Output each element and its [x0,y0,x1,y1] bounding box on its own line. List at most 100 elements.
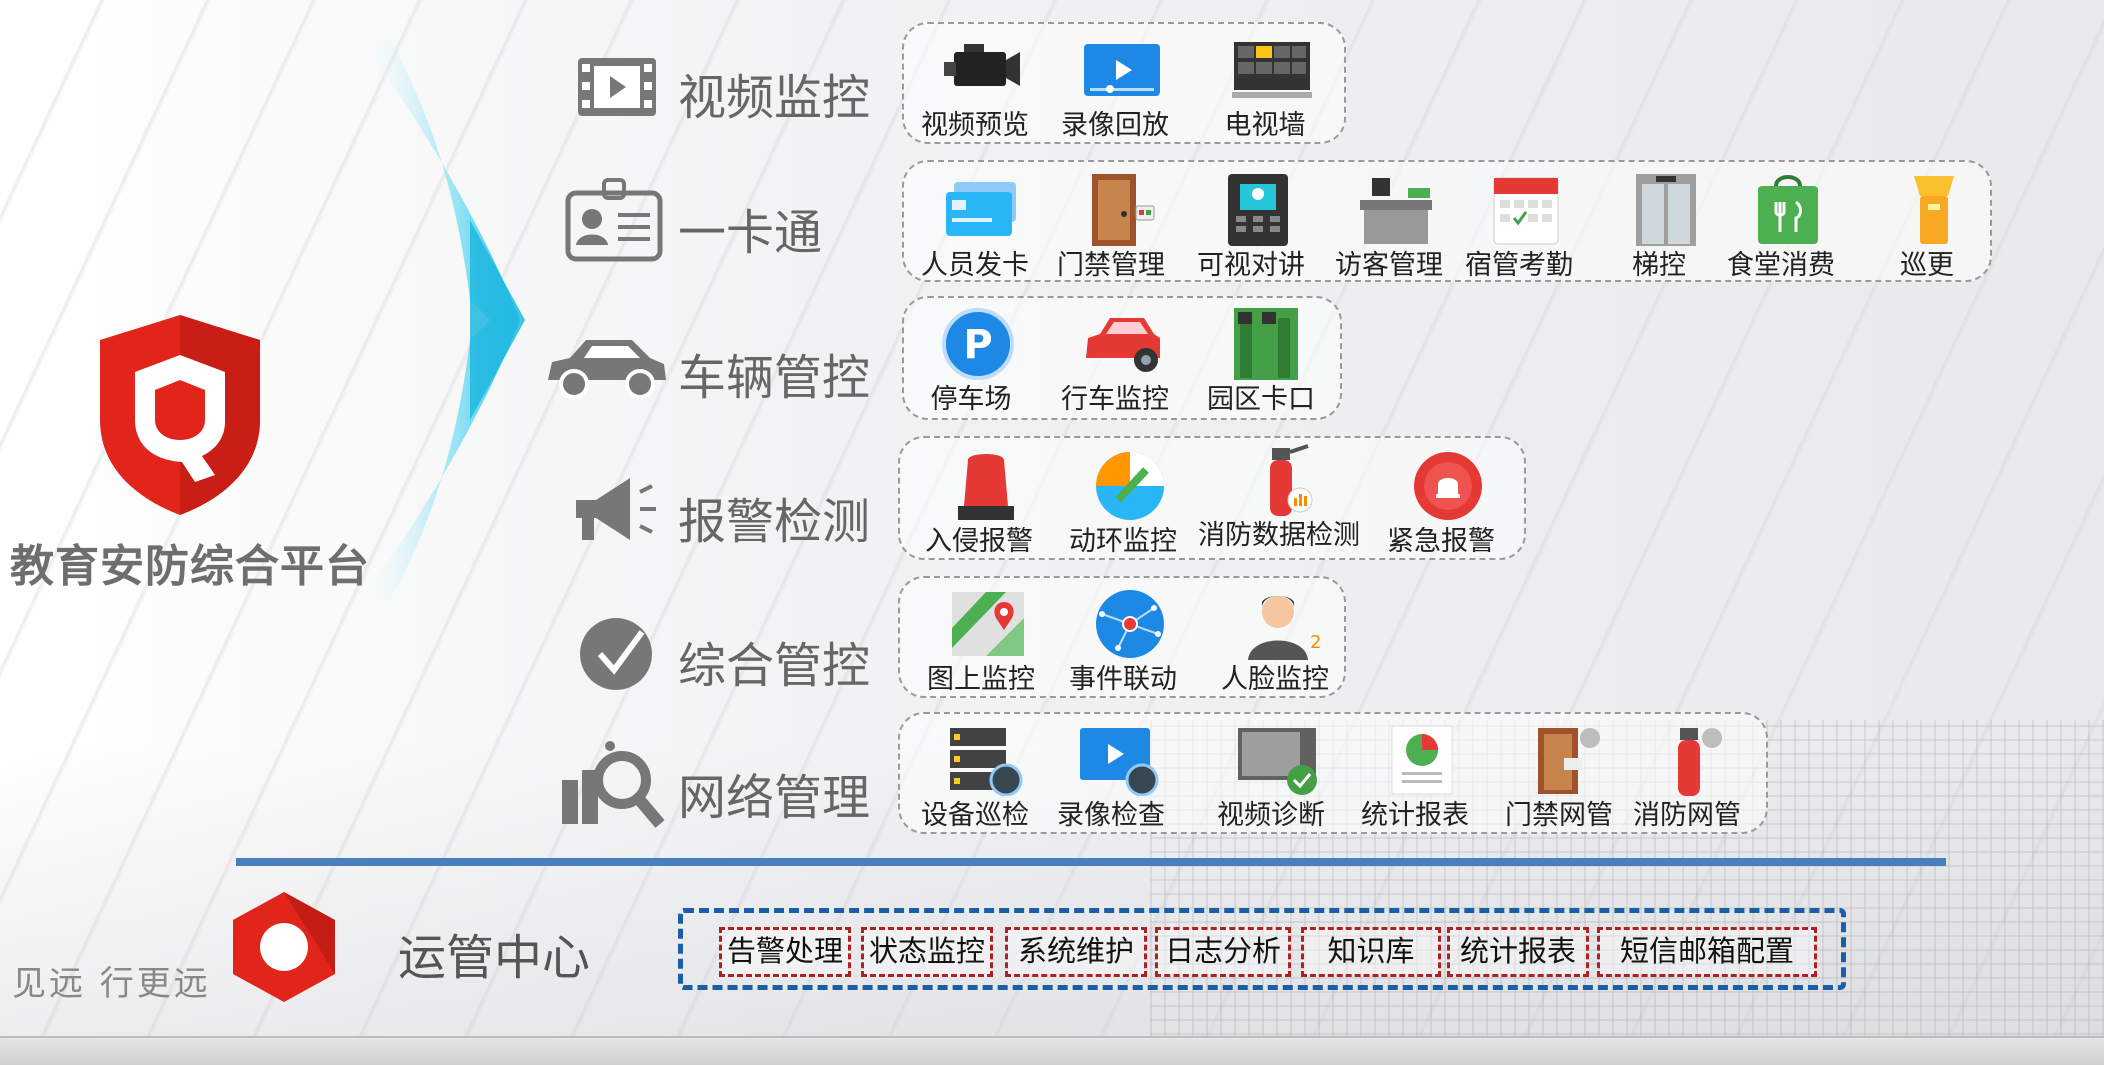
section-divider [236,858,1946,866]
svg-text:P: P [963,322,992,368]
item-tv-wall[interactable]: 电视墙 [1190,28,1340,148]
category-label: 一卡通 [678,205,823,261]
pie-report-icon [1391,725,1453,795]
item-intrusion-alarm[interactable]: 入侵报警 [904,444,1054,564]
item-video-preview[interactable]: 视频预览 [900,28,1050,148]
ops-center-logo-icon [233,892,335,1002]
platform-title: 教育安防综合平台 [10,541,370,592]
item-campus-checkpoint[interactable]: 园区卡口 [1186,302,1336,422]
ops-item-alarm-handling[interactable]: 告警处理 [719,927,851,977]
item-parking[interactable]: P 停车场 [896,302,1046,422]
item-device-inspection[interactable]: 设备巡检 [900,718,1050,838]
extinguisher-gear-icon [1678,728,1722,796]
item-video-intercom[interactable]: 可视对讲 [1176,168,1326,288]
check-clock-icon [580,618,652,690]
shield-logo-icon [100,315,260,515]
item-label: 宿管考勤 [1465,250,1573,281]
item-dorm-attendance[interactable]: 宿管考勤 [1444,168,1594,288]
item-label: 消防网管 [1633,800,1741,831]
flashlight-icon [1914,176,1954,244]
category-alarm: 报警检测 [560,464,880,554]
elevator-icon [1636,174,1696,246]
film-icon [578,58,656,116]
item-label: 统计报表 [1361,800,1469,831]
item-map-monitor[interactable]: 图上监控 [906,582,1056,702]
item-label: 图上监控 [927,664,1035,695]
item-recording-check[interactable]: 录像检查 [1036,718,1186,838]
category-label: 视频监控 [678,70,871,126]
category-label: 报警检测 [678,494,871,550]
item-playback[interactable]: 录像回放 [1040,28,1190,148]
item-face-monitor[interactable]: 2 人脸监控 [1200,582,1350,702]
item-label: 食堂消费 [1727,250,1835,281]
car-icon [548,340,666,399]
face-user-icon: 2 [1248,596,1321,660]
item-label: 停车场 [930,384,1012,415]
item-label: 园区卡口 [1207,384,1315,415]
tv-wall-icon [1232,42,1312,98]
item-issue-card[interactable]: 人员发卡 [900,168,1050,288]
video-camera-icon [944,44,1020,86]
canteen-bag-icon [1758,175,1818,244]
ops-item-status-monitor[interactable]: 状态监控 [861,927,993,977]
ops-item-statistics-report[interactable]: 统计报表 [1447,927,1589,977]
category-label: 网络管理 [678,770,871,826]
item-label: 入侵报警 [925,526,1033,557]
item-label: 事件联动 [1069,664,1177,695]
intercom-icon [1228,174,1288,246]
item-label: 紧急报警 [1387,526,1495,557]
siren-icon [958,454,1014,520]
ops-center-title: 运管中心 [398,930,591,986]
category-integrated: 综合管控 [560,608,880,698]
slogan: 见远 行更远 [12,964,211,1004]
item-event-linkage[interactable]: 事件联动 [1048,582,1198,702]
calendar-icon [1493,177,1559,245]
item-statistics-report[interactable]: 统计报表 [1340,718,1490,838]
network-globe-icon [1096,590,1164,658]
gate-icon [1234,308,1298,380]
item-label: 消防数据检测 [1198,520,1360,551]
item-label: 动环监控 [1069,526,1177,557]
environment-icon [1096,452,1164,520]
server-inspect-icon [950,728,1023,796]
item-label: 人脸监控 [1221,664,1329,695]
category-video: 视频监控 [560,40,880,130]
category-card: 一卡通 [560,175,880,265]
item-label: 行车监控 [1061,384,1169,415]
ops-center-box: 告警处理 状态监控 系统维护 日志分析 知识库 统计报表 短信邮箱配置 [678,908,1846,990]
emergency-bell-icon [1414,452,1482,520]
ops-item-system-maintenance[interactable]: 系统维护 [1005,927,1147,977]
item-patrol[interactable]: 巡更 [1852,168,2002,288]
megaphone-icon [576,478,656,540]
item-label: 电视墙 [1224,110,1306,141]
video-check-icon [1080,728,1159,796]
category-label: 车辆管控 [678,350,871,406]
item-access-control[interactable]: 门禁管理 [1036,168,1186,288]
item-label: 录像检查 [1057,800,1165,831]
item-video-diagnosis[interactable]: 视频诊断 [1196,718,1346,838]
door-gear-icon [1538,728,1600,794]
bottom-bar [0,1036,2104,1065]
item-label: 门禁管理 [1057,250,1165,281]
map-icon [952,592,1024,656]
category-vehicle: 车辆管控 [540,320,870,410]
item-label: 视频预览 [921,110,1029,141]
item-label: 录像回放 [1061,110,1169,141]
item-fire-network-mgmt[interactable]: 消防网管 [1612,718,1762,838]
item-canteen-consumption[interactable]: 食堂消费 [1706,168,1856,288]
item-label: 巡更 [1900,250,1954,281]
category-label: 综合管控 [678,638,871,694]
id-card-icon [565,178,663,262]
car-camera-icon [1086,318,1160,372]
item-environment-monitor[interactable]: 动环监控 [1048,444,1198,564]
item-fire-data-detection[interactable]: 消防数据检测 [1198,438,1360,558]
item-emergency-alarm[interactable]: 紧急报警 [1366,444,1516,564]
item-driving-monitor[interactable]: 行车监控 [1040,302,1190,422]
fire-extinguisher-icon [1270,444,1313,516]
ops-item-knowledge-base[interactable]: 知识库 [1301,927,1441,977]
ops-item-log-analysis[interactable]: 日志分析 [1155,927,1291,977]
door-icon [1092,174,1155,246]
item-label: 视频诊断 [1217,800,1325,831]
ops-item-sms-email-config[interactable]: 短信邮箱配置 [1597,927,1817,977]
reception-desk-icon [1360,178,1432,244]
